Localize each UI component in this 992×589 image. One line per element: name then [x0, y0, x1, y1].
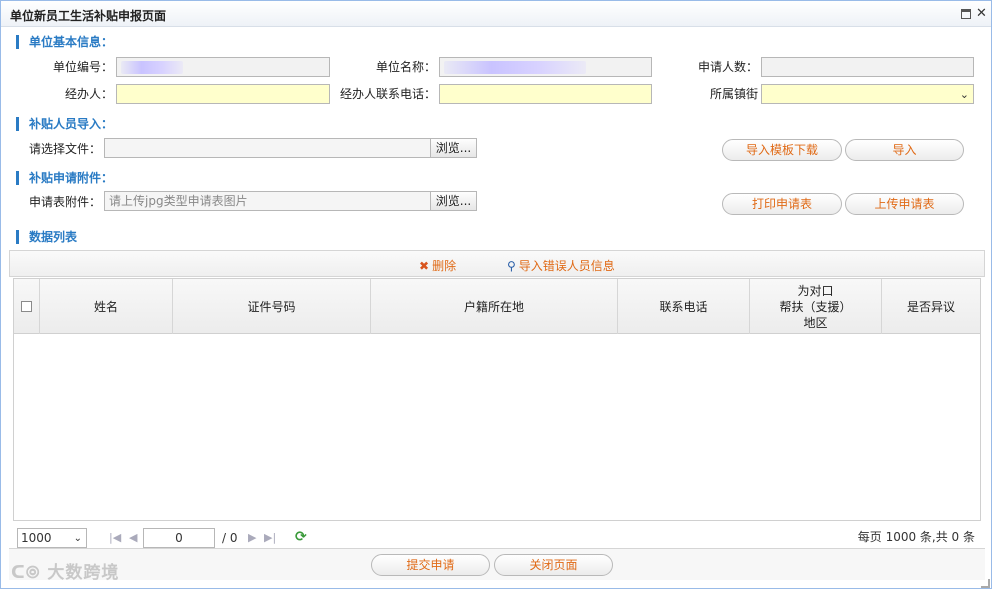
unit-code-label: 单位编号： [52, 60, 113, 74]
unit-code-field[interactable] [116, 57, 330, 77]
street-label: 所属镇街 [709, 87, 758, 101]
last-page-icon[interactable]: ▶| [264, 531, 276, 544]
section-attachment: 补贴申请附件： [16, 171, 113, 185]
select-all-checkbox-cell[interactable] [14, 279, 40, 334]
chevron-down-icon: ⌄ [73, 533, 82, 544]
import-error-label: 导入错误人员信息 [518, 259, 615, 273]
watermark-icon: ᑕ⦾ [11, 563, 41, 583]
grid-toolbar: ✖ 删除 ⚲ 导入错误人员信息 [9, 250, 985, 277]
unit-name-label: 单位名称： [375, 60, 436, 74]
col-objection[interactable]: 是否异议 [882, 279, 980, 334]
col-name[interactable]: 姓名 [40, 279, 173, 334]
col-id-number[interactable]: 证件号码 [173, 279, 371, 334]
next-page-icon[interactable]: ▶ [248, 531, 256, 544]
import-error-button[interactable]: ⚲ 导入错误人员信息 [507, 257, 615, 274]
pagination-bar: 1000 ⌄ |◀ ◀ 0 / 0 ▶ ▶| ⟳ 每页 1000 条,共 0 条 [13, 524, 981, 548]
chevron-down-icon: ⌄ [959, 88, 969, 101]
upload-form-button[interactable]: 上传申请表 [845, 193, 964, 215]
first-page-icon[interactable]: |◀ [109, 531, 121, 544]
col-support-area[interactable]: 为对口 帮扶（支援） 地区 [750, 279, 882, 334]
handler-phone-label: 经办人联系电话： [339, 87, 436, 101]
handler-label: 经办人： [64, 87, 113, 101]
handler-phone-field[interactable] [439, 84, 652, 104]
delete-label: 删除 [432, 259, 457, 273]
section-import-people: 补贴人员导入： [16, 117, 113, 131]
maximize-icon[interactable] [961, 9, 971, 19]
col-phone[interactable]: 联系电话 [618, 279, 750, 334]
browse-button[interactable]: 浏览... [430, 192, 476, 210]
window-title: 单位新员工生活补贴申报页面 [10, 9, 167, 23]
handler-field[interactable] [116, 84, 330, 104]
browse-button[interactable]: 浏览... [430, 139, 476, 157]
submit-button[interactable]: 提交申请 [371, 554, 490, 576]
table-header: 姓名 证件号码 户籍所在地 联系电话 为对口 帮扶（支援） 地区 是否异议 [14, 279, 980, 334]
select-file-label: 请选择文件： [28, 142, 101, 156]
applicant-count-label: 申请人数： [697, 60, 758, 74]
redacted-value [121, 61, 183, 74]
col-residence[interactable]: 户籍所在地 [371, 279, 618, 334]
search-icon: ⚲ [507, 259, 516, 273]
attachment-placeholder: 请上传jpg类型申请表图片 [109, 194, 248, 208]
resize-handle[interactable] [981, 579, 990, 588]
select-file-input[interactable]: 浏览... [104, 138, 477, 158]
watermark-logo: ᑕ⦾ 大数跨境 [11, 558, 119, 583]
cross-icon: ✖ [419, 259, 430, 273]
download-template-button[interactable]: 导入模板下载 [722, 139, 842, 161]
section-basic-info: 单位基本信息： [16, 35, 113, 49]
watermark-text: 大数跨境 [47, 563, 120, 583]
attachment-label: 申请表附件： [28, 195, 101, 209]
select-all-checkbox[interactable] [21, 301, 32, 312]
total-pages: / 0 [222, 531, 238, 545]
dialog-window: 单位新员工生活补贴申报页面 ✕ 单位基本信息： 单位编号： 单位名称： 申请人数… [0, 0, 992, 589]
street-select[interactable]: ⌄ [761, 84, 974, 104]
print-form-button[interactable]: 打印申请表 [722, 193, 842, 215]
import-button[interactable]: 导入 [845, 139, 964, 161]
page-size-select[interactable]: 1000 ⌄ [17, 528, 87, 548]
attachment-input[interactable]: 请上传jpg类型申请表图片 浏览... [104, 191, 477, 211]
refresh-icon[interactable]: ⟳ [295, 529, 307, 545]
unit-name-field[interactable] [439, 57, 652, 77]
applicant-count-field[interactable] [761, 57, 974, 77]
title-bar: 单位新员工生活补贴申报页面 ✕ [1, 1, 991, 27]
prev-page-icon[interactable]: ◀ [129, 531, 137, 544]
page-size-value: 1000 [21, 531, 52, 545]
delete-button[interactable]: ✖ 删除 [419, 257, 456, 274]
close-page-button[interactable]: 关闭页面 [494, 554, 613, 576]
pagination-info: 每页 1000 条,共 0 条 [857, 530, 975, 544]
close-icon[interactable]: ✕ [976, 7, 987, 20]
page-number-input[interactable]: 0 [143, 528, 215, 548]
section-data-list: 数据列表 [16, 230, 77, 244]
data-table: 姓名 证件号码 户籍所在地 联系电话 为对口 帮扶（支援） 地区 是否异议 [13, 278, 981, 521]
redacted-value [444, 61, 586, 74]
